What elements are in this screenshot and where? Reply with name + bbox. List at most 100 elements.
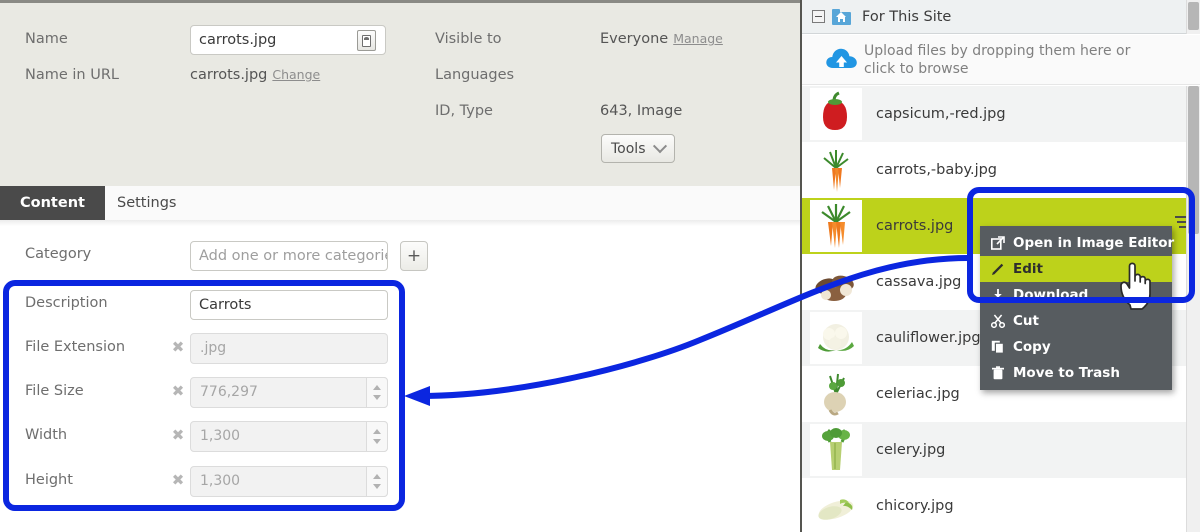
add-category-button[interactable]: + xyxy=(400,241,428,271)
chevron-down-icon xyxy=(652,138,667,153)
label-file-size: File Size xyxy=(25,383,84,399)
header-scrollbar-thumb[interactable] xyxy=(1188,2,1199,30)
home-folder-icon xyxy=(832,8,851,25)
context-menu-item[interactable]: Download xyxy=(980,282,1172,308)
file-name: cassava.jpg xyxy=(876,274,962,290)
pin-icon-file-size[interactable]: ✖ xyxy=(169,382,187,400)
context-menu-item-label: Download xyxy=(1013,287,1089,303)
tools-button[interactable]: Tools xyxy=(601,134,675,163)
label-id-type: ID, Type xyxy=(435,103,493,119)
tabbar: Content Settings xyxy=(0,186,800,226)
file-thumbnail xyxy=(810,88,862,140)
file-thumbnail xyxy=(810,144,862,196)
label-height: Height xyxy=(25,472,73,488)
metadata-header: Name carrots.jpg Name in URL carrots.jpg… xyxy=(0,3,800,186)
stepper-down-icon[interactable] xyxy=(373,484,381,489)
scissors-icon xyxy=(990,314,1005,329)
file-name: celeriac.jpg xyxy=(876,386,960,402)
file-name: cauliflower.jpg xyxy=(876,330,981,346)
file-name: chicory.jpg xyxy=(876,498,954,514)
context-menu-item-label: Cut xyxy=(1013,313,1039,329)
description-input[interactable]: Carrots xyxy=(190,290,388,320)
upload-instructions: Upload files by dropping them here or cl… xyxy=(864,43,1131,77)
trash-icon xyxy=(990,366,1005,381)
tab-settings[interactable]: Settings xyxy=(97,186,196,220)
context-menu-item[interactable]: Copy xyxy=(980,334,1172,360)
item-details-pane: Name carrots.jpg Name in URL carrots.jpg… xyxy=(0,0,800,532)
file-size-stepper[interactable] xyxy=(366,377,388,408)
file-name: celery.jpg xyxy=(876,442,946,458)
collapse-icon[interactable] xyxy=(812,10,825,23)
height-stepper[interactable] xyxy=(366,466,388,497)
visible-to-value: Everyone Manage xyxy=(600,31,723,47)
file-thumbnail xyxy=(810,368,862,420)
file-size-input[interactable]: 776,297 xyxy=(190,377,388,408)
context-menu-item[interactable]: Edit xyxy=(980,256,1172,282)
tools-button-label: Tools xyxy=(611,140,646,157)
change-link[interactable]: Change xyxy=(272,67,320,82)
tab-content[interactable]: Content xyxy=(0,186,105,220)
stepper-up-icon[interactable] xyxy=(373,474,381,479)
site-title: For This Site xyxy=(862,8,952,25)
file-row[interactable]: capsicum,-red.jpg xyxy=(802,86,1200,142)
screenshot-root: Name carrots.jpg Name in URL carrots.jpg… xyxy=(0,0,1200,532)
label-languages: Languages xyxy=(435,67,515,83)
upload-dropzone[interactable]: Upload files by dropping them here or cl… xyxy=(802,35,1200,85)
context-menu-item[interactable]: Cut xyxy=(980,308,1172,334)
manage-link[interactable]: Manage xyxy=(673,31,723,46)
tab-content-label: Content xyxy=(20,195,85,211)
file-row[interactable]: chicory.jpg xyxy=(802,478,1200,532)
list-scrollbar-thumb[interactable] xyxy=(1188,86,1199,234)
pin-icon-height[interactable]: ✖ xyxy=(169,471,187,489)
width-input[interactable]: 1,300 xyxy=(190,421,388,452)
label-width: Width xyxy=(25,427,68,443)
height-input[interactable]: 1,300 xyxy=(190,466,388,497)
file-thumbnail xyxy=(810,480,862,532)
name-in-url-text: carrots.jpg xyxy=(190,67,268,83)
context-menu-item-label: Move to Trash xyxy=(1013,365,1120,381)
label-file-extension: File Extension xyxy=(25,339,126,355)
list-scrollbar-track[interactable] xyxy=(1186,86,1200,532)
label-visible-to: Visible to xyxy=(435,31,502,47)
file-thumbnail xyxy=(810,200,862,252)
stepper-up-icon[interactable] xyxy=(373,385,381,390)
id-type-value: 643, Image xyxy=(600,103,683,119)
stepper-down-icon[interactable] xyxy=(373,439,381,444)
header-scrollbar-track[interactable] xyxy=(1186,0,1200,34)
label-description: Description xyxy=(25,295,108,311)
download-icon xyxy=(990,288,1005,303)
file-row[interactable]: celery.jpg xyxy=(802,422,1200,478)
cloud-upload-icon xyxy=(826,48,857,68)
copy-icon xyxy=(990,340,1005,355)
category-input[interactable]: Add one or more categories xyxy=(190,241,388,271)
file-name: carrots.jpg xyxy=(876,218,954,234)
context-menu-item-label: Open in Image Editor xyxy=(1013,235,1175,251)
stepper-up-icon[interactable] xyxy=(373,429,381,434)
label-name: Name xyxy=(25,31,68,47)
tab-settings-label: Settings xyxy=(117,195,177,211)
file-name: carrots,-baby.jpg xyxy=(876,162,998,178)
site-header: For This Site xyxy=(802,0,1200,34)
contact-card-icon[interactable] xyxy=(357,30,376,51)
width-stepper[interactable] xyxy=(366,421,388,452)
pencil-icon xyxy=(990,262,1005,277)
file-thumbnail xyxy=(810,424,862,476)
context-menu-item-label: Copy xyxy=(1013,339,1051,355)
context-menu-item[interactable]: Move to Trash xyxy=(980,360,1172,386)
visible-to-text: Everyone xyxy=(600,31,669,47)
file-thumbnail xyxy=(810,256,862,308)
name-in-url-value: carrots.jpg Change xyxy=(190,67,320,83)
file-row[interactable]: carrots,-baby.jpg xyxy=(802,142,1200,198)
tab-shadow xyxy=(0,220,800,226)
file-extension-input[interactable]: .jpg xyxy=(190,333,388,364)
pin-icon-width[interactable]: ✖ xyxy=(169,426,187,444)
context-menu-item-label: Edit xyxy=(1013,261,1043,277)
file-context-menu[interactable]: Open in Image Editor Edit Download Cut Copy M… xyxy=(980,226,1175,390)
pin-icon-file-extension[interactable]: ✖ xyxy=(169,338,187,356)
file-name: capsicum,-red.jpg xyxy=(876,106,1006,122)
label-category: Category xyxy=(25,246,92,262)
context-menu-item[interactable]: Open in Image Editor xyxy=(980,230,1175,256)
external-link-icon xyxy=(990,236,1005,251)
label-name-in-url: Name in URL xyxy=(25,67,119,83)
stepper-down-icon[interactable] xyxy=(373,395,381,400)
